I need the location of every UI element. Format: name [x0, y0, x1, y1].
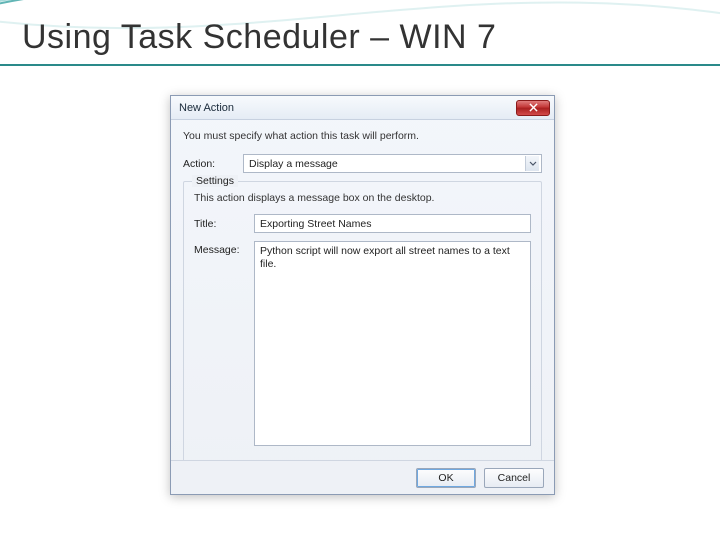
title-input[interactable]: Exporting Street Names	[254, 214, 531, 233]
dialog-title: New Action	[179, 102, 234, 114]
dialog-button-row: OK Cancel	[171, 460, 554, 494]
title-underline	[0, 64, 720, 66]
new-action-dialog: New Action You must specify what action …	[170, 95, 555, 495]
chevron-down-icon	[525, 156, 539, 171]
action-label: Action:	[183, 158, 235, 170]
ok-button[interactable]: OK	[416, 468, 476, 488]
close-icon	[529, 103, 538, 112]
title-field-label: Title:	[194, 218, 246, 230]
message-field-label: Message:	[194, 241, 246, 256]
settings-group-label: Settings	[192, 175, 238, 187]
dialog-instruction: You must specify what action this task w…	[183, 130, 542, 142]
action-combobox-value: Display a message	[249, 158, 338, 170]
settings-group: Settings This action displays a message …	[183, 181, 542, 481]
action-combobox[interactable]: Display a message	[243, 154, 542, 173]
message-textarea[interactable]: Python script will now export all street…	[254, 241, 531, 446]
slide-title: Using Task Scheduler – WIN 7	[22, 18, 496, 57]
settings-description: This action displays a message box on th…	[194, 192, 531, 204]
close-button[interactable]	[516, 100, 550, 116]
dialog-titlebar: New Action	[171, 96, 554, 120]
cancel-button[interactable]: Cancel	[484, 468, 544, 488]
